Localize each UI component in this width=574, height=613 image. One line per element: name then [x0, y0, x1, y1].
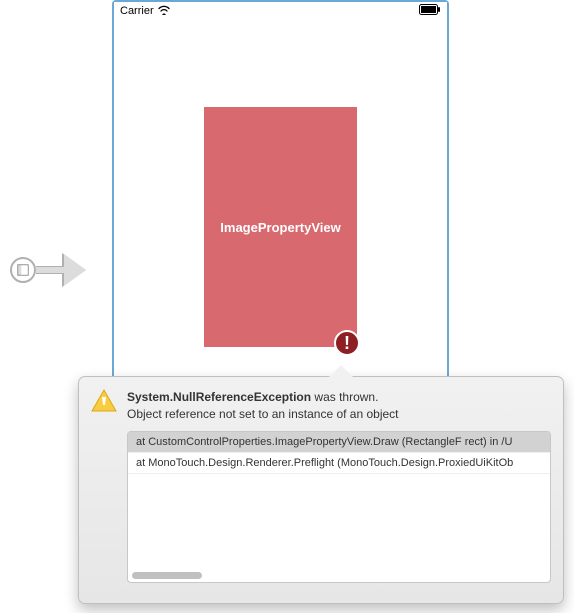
stack-frame[interactable]: at MonoTouch.Design.Renderer.Preflight (…	[128, 453, 550, 474]
image-property-view[interactable]: ImagePropertyView	[204, 107, 357, 347]
exception-name: System.NullReferenceException	[127, 390, 311, 404]
exception-popover: System.NullReferenceException was thrown…	[78, 376, 564, 604]
warning-icon	[91, 389, 117, 413]
arrow-shaft	[36, 266, 64, 274]
error-badge-icon[interactable]: !	[334, 330, 360, 356]
inspector-handle-icon	[10, 257, 36, 283]
wifi-icon	[158, 5, 170, 18]
status-bar: Carrier	[114, 2, 447, 20]
exception-thrown-suffix: was thrown.	[311, 390, 378, 404]
battery-icon	[419, 4, 441, 18]
inspector-arrow[interactable]	[10, 254, 86, 286]
carrier-label: Carrier	[120, 5, 154, 17]
arrow-head-icon	[64, 254, 86, 286]
error-badge-glyph: !	[344, 333, 350, 354]
exception-text: System.NullReferenceException was thrown…	[127, 389, 399, 423]
exception-message: Object reference not set to an instance …	[127, 406, 399, 423]
stack-frame[interactable]: at CustomControlProperties.ImageProperty…	[128, 432, 550, 453]
popover-header: System.NullReferenceException was thrown…	[91, 389, 551, 423]
stack-trace-list[interactable]: at CustomControlProperties.ImageProperty…	[127, 431, 551, 583]
view-label: ImagePropertyView	[220, 220, 340, 235]
status-bar-left: Carrier	[120, 5, 170, 18]
stack-horizontal-scrollbar[interactable]	[132, 572, 202, 579]
